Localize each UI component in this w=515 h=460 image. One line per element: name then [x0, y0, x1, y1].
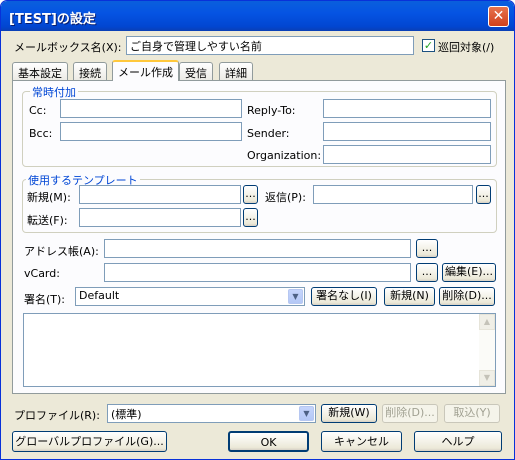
- signature-none-button[interactable]: 署名なし(I): [311, 287, 377, 306]
- reply-to-input[interactable]: [323, 99, 491, 118]
- signature-new-button[interactable]: 新規(N): [384, 287, 435, 306]
- sender-input[interactable]: [323, 122, 491, 141]
- address-book-input[interactable]: [104, 239, 411, 258]
- profile-select-value: (標準): [111, 408, 142, 421]
- template-forward-input[interactable]: [79, 208, 241, 227]
- ok-button[interactable]: OK: [228, 431, 309, 452]
- address-book-browse-button[interactable]: ...: [416, 239, 438, 258]
- chevron-down-icon[interactable]: ▼: [299, 406, 314, 421]
- vcard-browse-button[interactable]: ...: [416, 263, 438, 282]
- bcc-label: Bcc:: [29, 127, 53, 140]
- mailbox-name-label: メールボックス名(X):: [14, 41, 122, 54]
- chevron-down-icon[interactable]: ▼: [288, 289, 303, 304]
- scrollbar[interactable]: ▲ ▼: [479, 314, 495, 386]
- patrol-checkbox[interactable]: ✓: [422, 39, 435, 52]
- profile-select[interactable]: (標準) ▼: [107, 404, 316, 423]
- template-new-input[interactable]: [79, 185, 241, 204]
- template-forward-browse-button[interactable]: ...: [243, 208, 258, 227]
- global-profile-button[interactable]: グローバルプロファイル(G)...: [12, 431, 167, 452]
- reply-to-label: Reply-To:: [247, 104, 296, 117]
- template-new-label: 新規(M):: [27, 191, 71, 204]
- signature-select-value: Default: [79, 289, 120, 302]
- patrol-label: 巡回対象(/): [438, 41, 495, 54]
- signature-label: 署名(T):: [24, 293, 66, 306]
- dialog-window: [TEST]の設定 ✕ メールボックス名(X): ご自身で管理しやすい名前 ✓ …: [0, 0, 515, 460]
- vcard-edit-button[interactable]: 編集(E)...: [442, 263, 496, 282]
- scroll-up-icon[interactable]: ▲: [479, 314, 495, 330]
- tab-connection[interactable]: 接続: [73, 62, 107, 80]
- template-reply-browse-button[interactable]: ...: [476, 185, 491, 204]
- scroll-down-icon[interactable]: ▼: [479, 370, 495, 386]
- profile-import-button[interactable]: 取込(Y): [444, 404, 500, 423]
- vcard-label: vCard:: [24, 267, 60, 280]
- cc-input[interactable]: [60, 99, 242, 118]
- cc-label: Cc:: [29, 104, 47, 117]
- template-reply-input[interactable]: [313, 185, 473, 204]
- compose-tab-panel: 常時付加 Cc: Reply-To: Bcc: Sender: Organiza…: [12, 80, 506, 394]
- template-forward-label: 転送(F):: [27, 214, 68, 227]
- organization-input[interactable]: [323, 145, 491, 164]
- organization-label: Organization:: [247, 149, 322, 162]
- tab-basic[interactable]: 基本設定: [12, 62, 68, 80]
- address-book-label: アドレス帳(A):: [24, 245, 99, 258]
- window-title: [TEST]の設定: [9, 12, 96, 27]
- tab-compose[interactable]: メール作成: [112, 60, 179, 81]
- tab-advanced[interactable]: 詳細: [219, 62, 253, 80]
- template-new-browse-button[interactable]: ...: [243, 185, 258, 204]
- profile-new-button[interactable]: 新規(W): [321, 404, 377, 423]
- signature-delete-button[interactable]: 削除(D)...: [439, 287, 495, 306]
- header-group-title: 常時付加: [30, 84, 78, 100]
- tab-receive[interactable]: 受信: [179, 62, 213, 80]
- signature-select[interactable]: Default ▼: [75, 287, 305, 306]
- title-bar[interactable]: [TEST]の設定 ✕: [1, 1, 514, 31]
- vcard-input[interactable]: [104, 263, 411, 282]
- help-button[interactable]: ヘルプ: [414, 431, 502, 452]
- mailbox-name-input[interactable]: ご自身で管理しやすい名前: [126, 36, 414, 55]
- close-button[interactable]: ✕: [488, 6, 509, 27]
- bcc-input[interactable]: [60, 122, 242, 141]
- cancel-button[interactable]: キャンセル: [321, 431, 402, 452]
- profile-label: プロファイル(R):: [14, 409, 100, 422]
- template-reply-label: 返信(P):: [265, 191, 306, 204]
- sender-label: Sender:: [247, 127, 290, 140]
- signature-text-area[interactable]: ▲ ▼: [23, 313, 496, 387]
- profile-delete-button[interactable]: 削除(D)...: [382, 404, 438, 423]
